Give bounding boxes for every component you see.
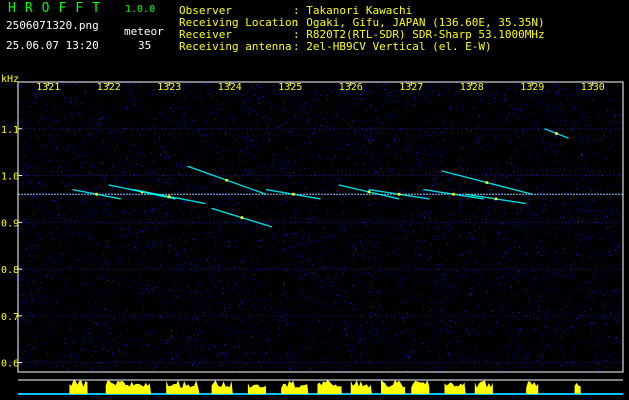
- meteor-peak: [225, 178, 229, 182]
- meteor-peak: [95, 192, 99, 196]
- y-tick-label: 1.1: [1, 125, 19, 136]
- y-tick-label: 0.8: [1, 265, 19, 276]
- date-time: 25.06.07 13:20: [6, 39, 99, 52]
- meteor-peak: [291, 192, 295, 196]
- x-tick-label: 1321: [36, 82, 60, 93]
- meteor-peak: [367, 190, 371, 194]
- spectrogram: 1321 1322 1323 1324 1325 1326 1327 1328 1329 1330…: [0, 72, 629, 400]
- meteor-peak: [167, 195, 171, 199]
- x-tick-label: 1327: [399, 82, 423, 93]
- y-tick-label: 0.9: [1, 218, 19, 229]
- x-tick-label: 1323: [157, 82, 181, 93]
- antenna-value: : 2el-HB9CV Vertical (el. E-W): [293, 40, 492, 53]
- x-tick-label: 1326: [339, 82, 363, 93]
- meteor-peak: [240, 216, 244, 220]
- meteor-count: 35: [138, 39, 152, 52]
- app-version: 1.0.0: [125, 4, 156, 15]
- meteor-peak: [485, 181, 489, 185]
- x-tick-label: 1325: [278, 82, 302, 93]
- y-tick-label: 0.6: [1, 359, 19, 370]
- y-axis-unit: kHz: [1, 74, 19, 85]
- file-name: 2506071320.png: [6, 19, 99, 32]
- x-tick-label: 1330: [581, 82, 605, 93]
- x-tick-label: 1328: [460, 82, 484, 93]
- x-tick-label: 1322: [97, 82, 121, 93]
- meteor-peak: [554, 131, 558, 135]
- y-tick-label: 1.0: [1, 172, 19, 183]
- y-tick-label: 0.7: [1, 312, 19, 323]
- x-tick-label: 1324: [218, 82, 242, 93]
- app-name: HROFFT: [8, 1, 109, 16]
- meteor-peak: [452, 192, 456, 196]
- info-header: HROFFT 1.0.0 2506071320.png 25.06.07 13:…: [0, 0, 629, 70]
- antenna-label: Receiving antenna: [179, 40, 292, 53]
- mode-label: meteor: [124, 25, 164, 38]
- meteor-peak: [397, 192, 401, 196]
- x-tick-label: 1329: [520, 82, 544, 93]
- meteor-peak: [494, 197, 498, 201]
